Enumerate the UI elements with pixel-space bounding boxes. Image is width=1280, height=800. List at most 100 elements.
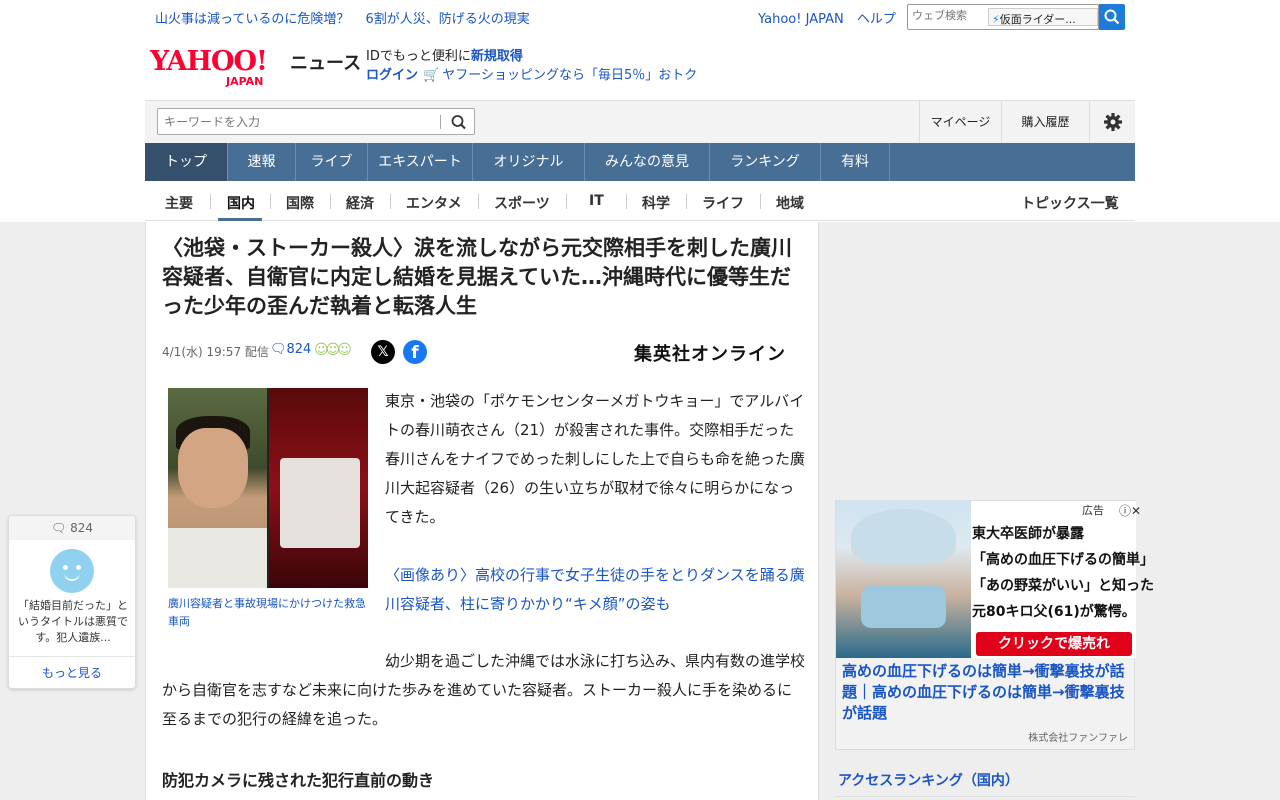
comment-count-link[interactable]: 🗨824 <box>270 342 311 357</box>
category-separator <box>686 194 687 209</box>
web-search-input[interactable] <box>912 9 986 22</box>
gear-icon <box>1103 113 1122 131</box>
search-row: マイページ 購入履歴 <box>145 100 1135 143</box>
ad-label: 広告 <box>1080 502 1106 518</box>
category-science[interactable]: 科学 <box>642 193 670 213</box>
nav-tab-original[interactable]: オリジナル <box>473 143 585 181</box>
comment-widget-count: 🗨 824 <box>9 516 135 540</box>
smiley-eye <box>76 565 81 570</box>
photo-face <box>178 428 248 508</box>
keyword-search-input[interactable] <box>164 115 434 129</box>
photo-caption[interactable]: 廣川容疑者と事故現場にかけつけた救急車両 <box>168 595 368 631</box>
trending-links: 山火事は減っているのに危険増？ 6割が人災、防げる火の現実 <box>155 8 542 27</box>
mypage-link[interactable]: マイページ <box>919 101 1001 143</box>
ad-title-link[interactable]: 高めの血圧下げるのは簡単→衝撃裏技が話題｜高めの血圧下げるのは簡単→衝撃裏技が話… <box>842 661 1134 724</box>
comment-icon: 🗨 <box>51 521 67 535</box>
article-photo[interactable] <box>168 388 368 588</box>
ad-surgical-cap <box>851 509 956 564</box>
nav-tab-breaking[interactable]: 速報 <box>228 143 296 181</box>
nav-tab-paid[interactable]: 有料 <box>821 143 890 181</box>
nav-tab-top[interactable]: トップ <box>145 143 228 181</box>
article-paragraph: 東京・池袋の「ポケモンセンターメガトウキョー」でアルバイトの春川萌衣さん（21）… <box>385 392 806 526</box>
ad-copy-line: 「高めの血圧下げるの簡単」 <box>972 552 1154 568</box>
category-separator <box>566 194 567 209</box>
smiley-mouth <box>64 573 80 581</box>
ad-close-icon[interactable]: ⓘ✕ <box>1119 502 1141 519</box>
keyword-search-button[interactable] <box>448 112 470 132</box>
category-domestic[interactable]: 国内 <box>227 193 255 213</box>
category-separator <box>330 194 331 209</box>
category-main[interactable]: 主要 <box>165 193 193 213</box>
x-icon: 𝕏 <box>377 344 389 360</box>
yahoo-japan-link[interactable]: Yahoo! JAPAN <box>758 12 844 27</box>
reaction-faces-icon: ☺☺☺ <box>314 342 352 358</box>
category-separator <box>626 194 627 209</box>
active-category-indicator <box>218 218 262 221</box>
cart-icon: 🛒 <box>423 68 440 83</box>
category-sports[interactable]: スポーツ <box>494 193 550 213</box>
ranking-divider <box>835 796 1135 797</box>
photo-shirt <box>168 528 268 588</box>
login-promo: IDでもっと便利に新規取得 ログイン 🛒 ヤフーショッピングなら「毎日5％」おトク <box>366 47 697 85</box>
comment-widget[interactable]: 🗨 824 「結婚目前だった」というタイトルは悪質です。犯人遺族... もっと見… <box>8 515 136 689</box>
ad-image[interactable]: 東大卒医師が暴露 「高めの血圧下げるの簡単」 「あの野菜がいい」と知った 元80… <box>836 501 1154 658</box>
web-search-suggestion[interactable]: ⚡仮面ライダー... <box>988 8 1098 26</box>
publisher-name[interactable]: 集英社オンライン <box>634 340 786 366</box>
share-x-button[interactable]: 𝕏 <box>371 340 395 364</box>
main-nav: トップ 速報 ライブ エキスパート オリジナル みんなの意見 ランキング 有料 <box>145 143 1135 181</box>
logo-subtext: JAPAN <box>226 75 264 88</box>
category-world[interactable]: 国際 <box>286 193 314 213</box>
article-headline: 〈池袋・ストーカー殺人〉涙を流しながら元交際相手を刺した廣川容疑者、自衛官に内定… <box>162 236 792 318</box>
signup-link[interactable]: 新規取得 <box>471 49 523 64</box>
section-heading: 防犯カメラに残された犯行直前の動き <box>162 771 435 790</box>
shopping-link[interactable]: ヤフーショッピングなら「毎日5％」おトク <box>442 68 697 83</box>
purchase-history-link[interactable]: 購入履歴 <box>1001 101 1089 143</box>
see-more-comments-link[interactable]: もっと見る <box>9 656 135 689</box>
article-date: 4/1(水) 19:57 配信 <box>162 345 269 359</box>
nav-tab-expert[interactable]: エキスパート <box>368 143 473 181</box>
category-it[interactable]: IT <box>589 193 604 209</box>
article-paragraph: 幼少期を過ごした沖縄では水泳に打ち込み、県内有数の進学校から自衛官を志すなど未来… <box>162 652 806 728</box>
ad-copy-line: 東大卒医師が暴露 <box>972 526 1084 542</box>
topics-list-link[interactable]: トピックス一覧 <box>1021 193 1119 213</box>
web-search-button[interactable] <box>1099 4 1125 30</box>
logo-text: YAHOO! <box>150 46 268 77</box>
category-separator <box>390 194 391 209</box>
related-article-link[interactable]: 〈画像あり〉高校の行事で女子生徒の手をとりダンスを踊る廣川容疑者、柱に寄りかかり… <box>385 561 805 619</box>
category-life[interactable]: ライフ <box>702 193 744 213</box>
smiley-face-icon <box>50 549 94 593</box>
trending-link[interactable]: 6割が人災、防げる火の現実 <box>366 12 530 27</box>
ad-cta-banner[interactable]: クリックで爆売れ <box>976 632 1132 656</box>
category-separator <box>760 194 761 209</box>
photo-divider <box>267 388 269 588</box>
access-ranking-heading[interactable]: アクセスランキング（国内） <box>838 770 1019 790</box>
section-title[interactable]: ニュース <box>290 49 361 75</box>
ad-surgical-mask <box>861 586 946 628</box>
comment-icon: 🗨 <box>270 342 287 357</box>
top-bar: 山火事は減っているのに危険増？ 6割が人災、防げる火の現実 Yahoo! JAP… <box>145 4 1135 30</box>
category-economy[interactable]: 経済 <box>346 193 374 213</box>
category-nav: 主要 国内 国際 経済 エンタメ スポーツ IT 科学 ライフ 地域 トピックス… <box>145 181 1135 221</box>
category-separator <box>270 194 271 209</box>
advertisement[interactable]: 東大卒医師が暴露 「高めの血圧下げるの簡単」 「あの野菜がいい」と知った 元80… <box>835 500 1154 750</box>
top-right-links: Yahoo! JAPAN ヘルプ <box>758 8 905 27</box>
share-facebook-button[interactable]: f <box>403 340 427 364</box>
category-separator <box>478 194 479 209</box>
comment-snippet: 「結婚目前だった」というタイトルは悪質です。犯人遺族... <box>18 599 128 644</box>
nav-tab-live[interactable]: ライブ <box>296 143 368 181</box>
login-link[interactable]: ログイン <box>366 68 418 83</box>
settings-button[interactable] <box>1089 101 1135 143</box>
help-link[interactable]: ヘルプ <box>857 12 896 27</box>
nav-tab-ranking[interactable]: ランキング <box>710 143 821 181</box>
web-search-box[interactable]: ⚡仮面ライダー... <box>907 4 1099 30</box>
category-entertainment[interactable]: エンタメ <box>406 193 462 213</box>
suggest-pin-icon: ⚡ <box>992 13 1000 26</box>
yahoo-logo[interactable]: YAHOO! JAPAN <box>150 46 290 88</box>
photo-ambulance <box>280 458 360 548</box>
ad-sponsor: 株式会社ファンファレ <box>1028 733 1128 744</box>
category-local[interactable]: 地域 <box>776 193 804 213</box>
smiley-eye <box>63 565 68 570</box>
trending-link[interactable]: 山火事は減っているのに危険増？ <box>155 12 349 27</box>
keyword-search-box[interactable] <box>157 108 475 135</box>
nav-tab-opinion[interactable]: みんなの意見 <box>585 143 710 181</box>
